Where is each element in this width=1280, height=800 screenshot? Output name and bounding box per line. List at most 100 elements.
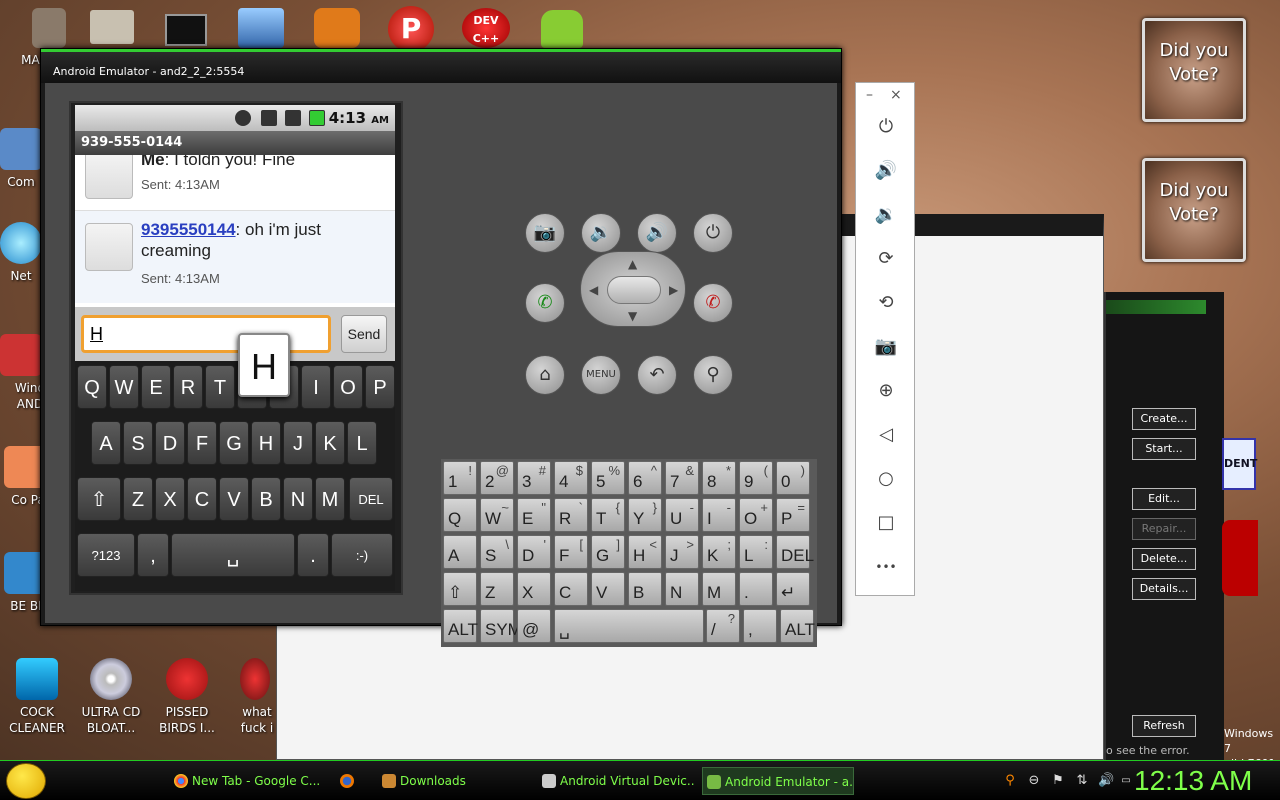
key-w[interactable]: W <box>109 365 139 409</box>
dpad[interactable]: ▲ ▼ ◀ ▶ <box>580 251 686 327</box>
hw-key-1-1[interactable]: W ~ <box>480 498 514 532</box>
hw-key-3-1[interactable]: Z <box>480 572 514 606</box>
tray-expand-icon[interactable]: ▭ <box>1118 773 1134 789</box>
key-comma[interactable]: , <box>137 533 169 577</box>
back-button[interactable]: ↶ <box>637 355 677 395</box>
android-icon[interactable] <box>541 10 583 48</box>
key-h[interactable]: H <box>251 421 281 465</box>
key-t[interactable]: T <box>205 365 235 409</box>
zoom-icon[interactable]: ⊕ <box>874 379 898 403</box>
tray-app-icon[interactable]: ⊖ <box>1026 773 1042 789</box>
hw-key-1-9[interactable]: P = <box>776 498 810 532</box>
hw-key-2-5[interactable]: H < <box>628 535 662 569</box>
taskbar-item-avd[interactable]: Android Virtual Devic... <box>538 767 694 795</box>
volume-down-icon[interactable]: 🔉 <box>874 203 898 227</box>
hw-key-0-7[interactable]: 8 * <box>702 461 736 495</box>
power-button[interactable]: ⏻ <box>693 213 733 253</box>
key-b[interactable]: B <box>251 477 281 521</box>
hw-key-1-4[interactable]: T{ <box>591 498 625 532</box>
taskbar-item-emulator[interactable]: Android Emulator - a... <box>702 767 854 795</box>
terminal-icon[interactable] <box>165 14 207 46</box>
menu-button[interactable]: MENU <box>581 355 621 395</box>
send-button[interactable]: Send <box>341 315 387 353</box>
key-space[interactable]: ␣ <box>171 533 295 577</box>
p-app-icon[interactable]: P <box>388 6 434 52</box>
key-x[interactable]: X <box>155 477 185 521</box>
hw-key-1-5[interactable]: Y} <box>628 498 662 532</box>
volume-down-button[interactable]: 🔉 <box>581 213 621 253</box>
hw-key-2-0[interactable]: A <box>443 535 477 569</box>
taskbar-clock[interactable]: 12:13 AM <box>1134 765 1252 797</box>
hw-key-2-8[interactable]: L: <box>739 535 773 569</box>
hw-key-1-3[interactable]: R ` <box>554 498 588 532</box>
desktop-icon-angry-birds-2[interactable]: what fuck i <box>222 658 278 736</box>
rotate-left-icon[interactable]: ⟳ <box>874 247 898 271</box>
power-icon[interactable]: ⏻ <box>874 115 898 139</box>
key-e[interactable]: E <box>141 365 171 409</box>
hw-key-3-7[interactable]: M <box>702 572 736 606</box>
hw-key-4-5[interactable]: , <box>743 609 777 643</box>
key-g[interactable]: G <box>219 421 249 465</box>
key-symbols[interactable]: ?123 <box>77 533 135 577</box>
back-icon[interactable]: ◁ <box>874 423 898 447</box>
hw-key-0-5[interactable]: 6 ^ <box>628 461 662 495</box>
dpad-up-icon[interactable]: ▲ <box>628 258 637 270</box>
key-r[interactable]: R <box>173 365 203 409</box>
hw-key-3-6[interactable]: N <box>665 572 699 606</box>
hw-key-3-5[interactable]: B <box>628 572 662 606</box>
hw-key-4-1[interactable]: SYM <box>480 609 522 643</box>
key-c[interactable]: C <box>187 477 217 521</box>
key-v[interactable]: V <box>219 477 249 521</box>
hw-key-3-8[interactable]: . <box>739 572 773 606</box>
overview-icon[interactable]: □ <box>874 511 898 535</box>
repair-button[interactable]: Repair... <box>1132 518 1196 540</box>
hw-key-0-1[interactable]: 2 @ <box>480 461 514 495</box>
hw-key-3-0[interactable]: ⇧ <box>443 572 477 606</box>
hw-key-0-6[interactable]: 7 & <box>665 461 699 495</box>
key-d[interactable]: D <box>155 421 185 465</box>
hw-key-0-4[interactable]: 5% <box>591 461 625 495</box>
hw-key-4-3[interactable]: ␣ <box>554 609 704 643</box>
search-icon[interactable]: ⚲ <box>1002 773 1018 789</box>
hw-key-2-4[interactable]: G] <box>591 535 625 569</box>
message-item[interactable]: Me: I toldn you! Fine Sent: 4:13AM <box>75 155 395 205</box>
volume-icon[interactable]: 🔊 <box>1098 773 1114 789</box>
dpad-right-icon[interactable]: ▶ <box>669 284 678 296</box>
search-button[interactable]: ⚲ <box>693 355 733 395</box>
key-z[interactable]: Z <box>123 477 153 521</box>
hw-key-4-0[interactable]: ALT <box>443 609 478 643</box>
hw-key-4-6[interactable]: ALT <box>780 609 815 643</box>
delete-button[interactable]: Delete... <box>1132 548 1196 570</box>
hw-key-0-0[interactable]: 1! <box>443 461 477 495</box>
rotate-right-icon[interactable]: ⟲ <box>874 291 898 315</box>
key-s[interactable]: S <box>123 421 153 465</box>
key-p[interactable]: P <box>365 365 395 409</box>
more-icon[interactable]: ••• <box>874 555 898 579</box>
key-q[interactable]: Q <box>77 365 107 409</box>
network-tray-icon[interactable]: ⇅ <box>1074 773 1090 789</box>
folder-icon[interactable] <box>238 8 284 48</box>
key-o[interactable]: O <box>333 365 363 409</box>
key-m[interactable]: M <box>315 477 345 521</box>
message-item[interactable]: 9395550144: oh i'm just creaming Sent: 4… <box>75 211 395 303</box>
hw-key-2-7[interactable]: K; <box>702 535 736 569</box>
hw-key-0-9[interactable]: 0) <box>776 461 810 495</box>
taskbar-item-firefox[interactable] <box>336 767 362 795</box>
end-call-button[interactable]: ✆ <box>693 283 733 323</box>
hw-key-2-2[interactable]: D ' <box>517 535 551 569</box>
desktop-icon-angry-birds[interactable]: PISSED BIRDS I... <box>148 658 226 736</box>
hw-key-4-2[interactable]: @ <box>517 609 551 643</box>
paper-icon[interactable] <box>90 10 134 44</box>
key-k[interactable]: K <box>315 421 345 465</box>
vote-gadget-1[interactable]: Did you Vote? <box>1142 18 1246 122</box>
hw-key-1-0[interactable]: Q <box>443 498 477 532</box>
dpad-center-button[interactable] <box>607 276 661 304</box>
dpad-down-icon[interactable]: ▼ <box>628 310 637 322</box>
message-input[interactable]: H <box>81 315 331 353</box>
hw-key-2-3[interactable]: F[ <box>554 535 588 569</box>
key-smiley[interactable]: :-) <box>331 533 393 577</box>
hw-key-1-8[interactable]: O + <box>739 498 773 532</box>
hw-key-3-4[interactable]: V <box>591 572 625 606</box>
key-i[interactable]: I <box>301 365 331 409</box>
vote-gadget-2[interactable]: Did you Vote? <box>1142 158 1246 262</box>
